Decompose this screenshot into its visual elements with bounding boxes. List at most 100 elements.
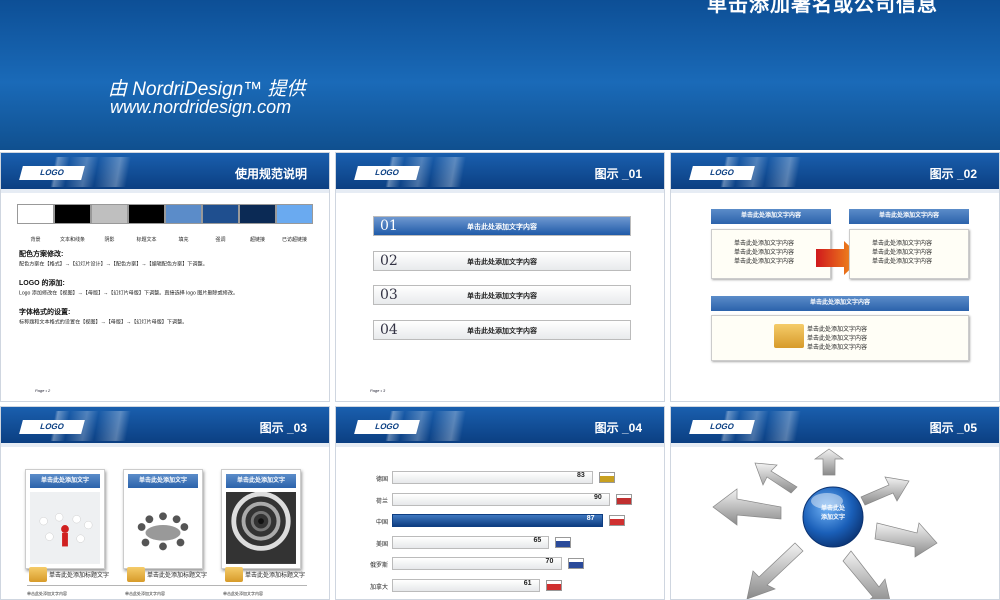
small-text: 单击此处添加文字内容 bbox=[125, 591, 165, 596]
logo-placeholder: LOGO bbox=[19, 166, 85, 180]
section-subtitle: 单击此处添加标题文字 bbox=[245, 573, 306, 579]
slide-thumbnail-usage[interactable]: LOGO 使用规范说明 背景 文本和线条 阴影 标题文本 填充 强调 超链接 已访超链接 配色… bbox=[0, 152, 330, 402]
bar bbox=[392, 514, 603, 527]
box-header: 单击此处添加文字内容 bbox=[711, 209, 831, 224]
people-image bbox=[30, 492, 100, 564]
logo-placeholder: LOGO bbox=[354, 420, 420, 434]
logo-placeholder: LOGO bbox=[689, 420, 755, 434]
swatch-label: 文本和线条 bbox=[59, 237, 85, 243]
bar bbox=[392, 535, 550, 549]
color-swatch-labels: 背景 文本和线条 阴影 标题文本 填充 强调 超链接 已访超链接 bbox=[17, 226, 317, 245]
box-header: 单击此处添加文字内容 bbox=[711, 296, 969, 311]
folder-icon bbox=[774, 324, 804, 348]
center-line: 添加文字 bbox=[820, 515, 845, 521]
list-item: 01 单击此处添加文字内容 bbox=[373, 216, 631, 236]
swatch-label: 填充 bbox=[178, 237, 189, 243]
swatch-label: 标题文本 bbox=[136, 237, 157, 243]
photo-card: 单击此处添加文字 bbox=[123, 469, 203, 569]
category-label: 加拿大 bbox=[369, 584, 388, 591]
slide-thumbnail-diagram-03[interactable]: LOGO 图示 _03 单击此处添加文字 单击此处添加文字 单击此处添加文字 单… bbox=[0, 406, 330, 600]
swatch-label: 背景 bbox=[30, 237, 41, 243]
note-heading: 配色方案修改: bbox=[19, 251, 64, 258]
title-slide-banner: 单击添加署名或公司信息 由 NordriDesign™ 提供 www.nordr… bbox=[0, 0, 1000, 150]
round-table-image bbox=[128, 492, 198, 564]
item-label: 单击此处添加文字内容 bbox=[467, 293, 537, 300]
category-label: 德国 bbox=[375, 477, 388, 483]
photo-caption: 单击此处添加文字 bbox=[30, 474, 100, 488]
value-label: 65 bbox=[533, 536, 542, 544]
value-label: 70 bbox=[545, 558, 554, 565]
flag-icon bbox=[567, 558, 584, 569]
flag-icon bbox=[608, 515, 625, 526]
bar bbox=[392, 471, 594, 484]
swatch-label: 阴影 bbox=[104, 237, 115, 243]
flag-icon bbox=[616, 493, 632, 505]
photo-card: 单击此处添加文字 bbox=[25, 469, 105, 569]
bullet-line: 单击此处添加文字内容 bbox=[807, 327, 868, 333]
folder-icon bbox=[127, 567, 145, 582]
value-label: 90 bbox=[594, 493, 602, 501]
bar bbox=[392, 557, 562, 570]
section-subtitle: 单击此处添加标题文字 bbox=[49, 573, 110, 579]
value-label: 83 bbox=[577, 472, 585, 479]
bullet-line: 单击此处添加文字内容 bbox=[807, 345, 868, 351]
swatch-label: 超链接 bbox=[249, 237, 265, 243]
slide-title: 图示 _02 bbox=[929, 167, 977, 181]
slide-title: 图示 _03 bbox=[259, 421, 307, 435]
color-swatch bbox=[128, 204, 165, 224]
text-box: 单击此处添加文字内容 单击此处添加文字内容 单击此处添加文字内容 bbox=[711, 315, 969, 361]
page-number: Page • 2 bbox=[35, 388, 51, 393]
color-swatch bbox=[202, 204, 239, 224]
logo-placeholder: LOGO bbox=[689, 166, 755, 180]
slide-header: LOGO 图示 _04 bbox=[336, 407, 664, 443]
color-swatch bbox=[276, 204, 313, 224]
color-swatch bbox=[54, 204, 91, 224]
flag-icon bbox=[599, 472, 616, 483]
small-text: 单击此处添加文字内容 bbox=[27, 591, 67, 596]
category-label: 荷兰 bbox=[375, 498, 388, 505]
center-text: 单击此处 添加文字 bbox=[803, 505, 863, 523]
page-number: Page • 3 bbox=[370, 388, 386, 393]
slide-title: 使用规范说明 bbox=[234, 167, 307, 181]
category-label: 中国 bbox=[375, 520, 388, 526]
bar bbox=[392, 578, 540, 592]
slide-thumbnail-diagram-02[interactable]: LOGO 图示 _02 单击此处添加文字内容 单击此处添加文字内容 单击此处添加… bbox=[670, 152, 1000, 402]
note-body: 配色方案在【格式】→【幻灯片设计】→【配色方案】→【编辑配色方案】下调整。 bbox=[19, 262, 208, 268]
header-divider bbox=[336, 189, 664, 193]
banner-title: 单击添加署名或公司信息 bbox=[707, 0, 938, 16]
item-label: 单击此处添加文字内容 bbox=[467, 259, 537, 266]
text-box: 单击此处添加文字内容 单击此处添加文字内容 单击此处添加文字内容 bbox=[849, 229, 969, 279]
banner-url: www.nordridesign.com bbox=[110, 97, 292, 117]
chart-row: 荷兰 90 bbox=[336, 492, 664, 507]
text-box: 单击此处添加文字内容 单击此处添加文字内容 单击此处添加文字内容 bbox=[711, 229, 831, 279]
photo-caption: 单击此处添加文字 bbox=[226, 474, 296, 488]
note-body: Logo 添加修改在【视图】→【母版】→【幻灯片母版】下调整。直接选择 logo… bbox=[19, 291, 239, 297]
list-item: 04 单击此处添加文字内容 bbox=[373, 320, 631, 340]
note-heading: 字体格式的设置: bbox=[19, 309, 71, 316]
slide-title: 图示 _01 bbox=[594, 167, 642, 181]
item-label: 单击此处添加文字内容 bbox=[467, 328, 537, 335]
radial-arrows-diagram bbox=[712, 448, 938, 599]
value-label: 87 bbox=[586, 515, 595, 522]
folder-icon bbox=[225, 567, 243, 582]
note-body: 标称题和文本格式的设置在【视图】→【母版】→【幻灯片母版】下调整。 bbox=[19, 320, 188, 326]
bar bbox=[392, 492, 610, 506]
slide-thumbnail-diagram-05[interactable]: LOGO 图示 _05 单击此处 添加文字 bbox=[670, 406, 1000, 600]
note-heading: LOGO 的添加: bbox=[19, 280, 65, 287]
color-swatch bbox=[91, 204, 128, 224]
chart-row: 俄罗斯 70 bbox=[336, 557, 664, 571]
spiral-staircase-image bbox=[226, 492, 296, 564]
divider bbox=[27, 585, 307, 586]
slide-header: LOGO 图示 _03 bbox=[1, 407, 329, 443]
header-divider bbox=[671, 189, 999, 193]
swatch-label: 已访超链接 bbox=[281, 237, 307, 243]
header-divider bbox=[1, 443, 329, 447]
slide-thumbnail-diagram-01[interactable]: LOGO 图示 _01 01 单击此处添加文字内容 02 单击此处添加文字内容 … bbox=[335, 152, 665, 402]
list-item: 03 单击此处添加文字内容 bbox=[373, 285, 631, 305]
color-swatch bbox=[165, 204, 202, 224]
photo-card: 单击此处添加文字 bbox=[221, 469, 301, 569]
chart-row: 中国 87 bbox=[336, 514, 664, 528]
color-swatch-row bbox=[17, 204, 317, 228]
slide-header: LOGO 图示 _05 bbox=[671, 407, 999, 443]
slide-thumbnail-diagram-04[interactable]: LOGO 图示 _04 德国 83 荷兰 90 中国 87 美国 65 俄罗斯 70 加拿大 61 bbox=[335, 406, 665, 600]
